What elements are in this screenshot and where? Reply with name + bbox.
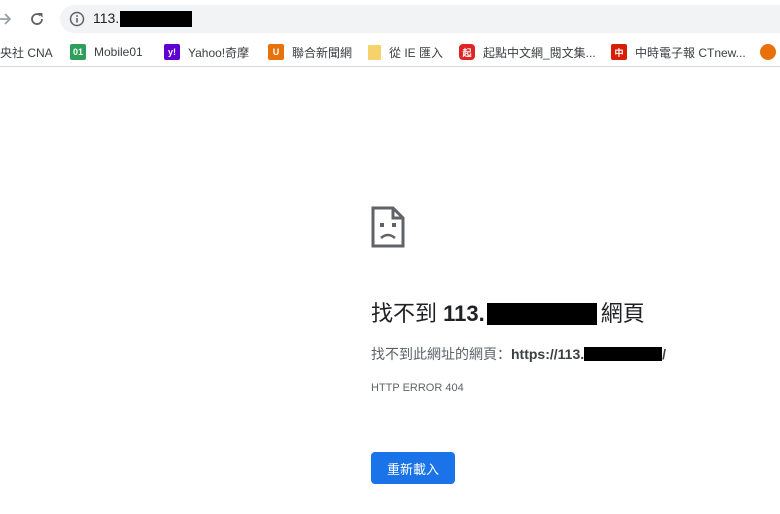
bookmark-label: Yahoo!奇摩	[188, 45, 250, 60]
url-text: 113.	[93, 10, 120, 26]
browser-toolbar: 113.	[0, 0, 780, 38]
error-title-host: 113.	[443, 301, 485, 326]
bookmark-chinatimes[interactable]: 中 中時電子報 CTnew...	[611, 42, 746, 62]
bookmark-overflow[interactable]	[760, 42, 780, 62]
orange-circle-icon	[760, 44, 776, 60]
error-title-suffix: 網頁	[600, 301, 645, 326]
qidian-icon: 起	[459, 44, 475, 60]
bookmark-label: 中時電子報 CTnew...	[635, 45, 746, 60]
bookmark-udn[interactable]: U 聯合新聞網	[268, 42, 352, 62]
mobile01-icon: 01	[70, 44, 86, 60]
error-desc-url: https://113.	[511, 346, 585, 362]
bookmark-yahoo[interactable]: y! Yahoo!奇摩	[164, 42, 249, 62]
bookmarks-bar: 央社 CNA 01 Mobile01 y! Yahoo!奇摩 U 聯合新聞網 從…	[0, 38, 780, 67]
refresh-icon	[31, 13, 43, 25]
error-desc-url-suffix: /	[662, 346, 667, 362]
error-description: 找不到此網址的網頁：https://113. /	[371, 344, 666, 364]
bookmark-qidian[interactable]: 起 起點中文網_閱文集...	[459, 42, 596, 62]
yahoo-icon: y!	[164, 44, 180, 60]
udn-icon: U	[268, 44, 284, 60]
redacted-url-block	[120, 11, 192, 27]
bookmark-label: 起點中文網_閱文集...	[483, 45, 596, 60]
bookmark-mobile01[interactable]: 01 Mobile01	[70, 42, 143, 62]
bookmark-label: 聯合新聞網	[292, 45, 353, 60]
error-code: HTTP ERROR 404	[371, 382, 464, 394]
info-icon[interactable]	[69, 11, 85, 27]
sad-page-icon	[371, 206, 405, 248]
error-title-prefix: 找不到	[371, 301, 444, 326]
bookmark-label: 央社 CNA	[0, 45, 53, 60]
redacted-url-desc-block	[584, 347, 663, 361]
error-title: 找不到 113. 網頁	[371, 296, 645, 328]
bookmark-label: Mobile01	[94, 45, 143, 59]
reload-page-button[interactable]	[26, 8, 48, 30]
address-bar[interactable]: 113.	[60, 5, 780, 33]
chinatimes-icon: 中	[611, 44, 627, 60]
forward-button[interactable]	[0, 8, 16, 30]
reload-button[interactable]: 重新載入	[371, 452, 455, 484]
redacted-host-block	[486, 303, 597, 325]
forward-arrow-icon	[0, 13, 12, 25]
bookmark-folder-ie[interactable]: 從 IE 匯入	[368, 42, 443, 62]
folder-icon	[368, 44, 381, 60]
error-desc-prefix: 找不到此網址的網頁：	[371, 346, 511, 362]
bookmark-cna[interactable]: 央社 CNA	[0, 42, 53, 62]
bookmark-label: 從 IE 匯入	[389, 45, 444, 60]
